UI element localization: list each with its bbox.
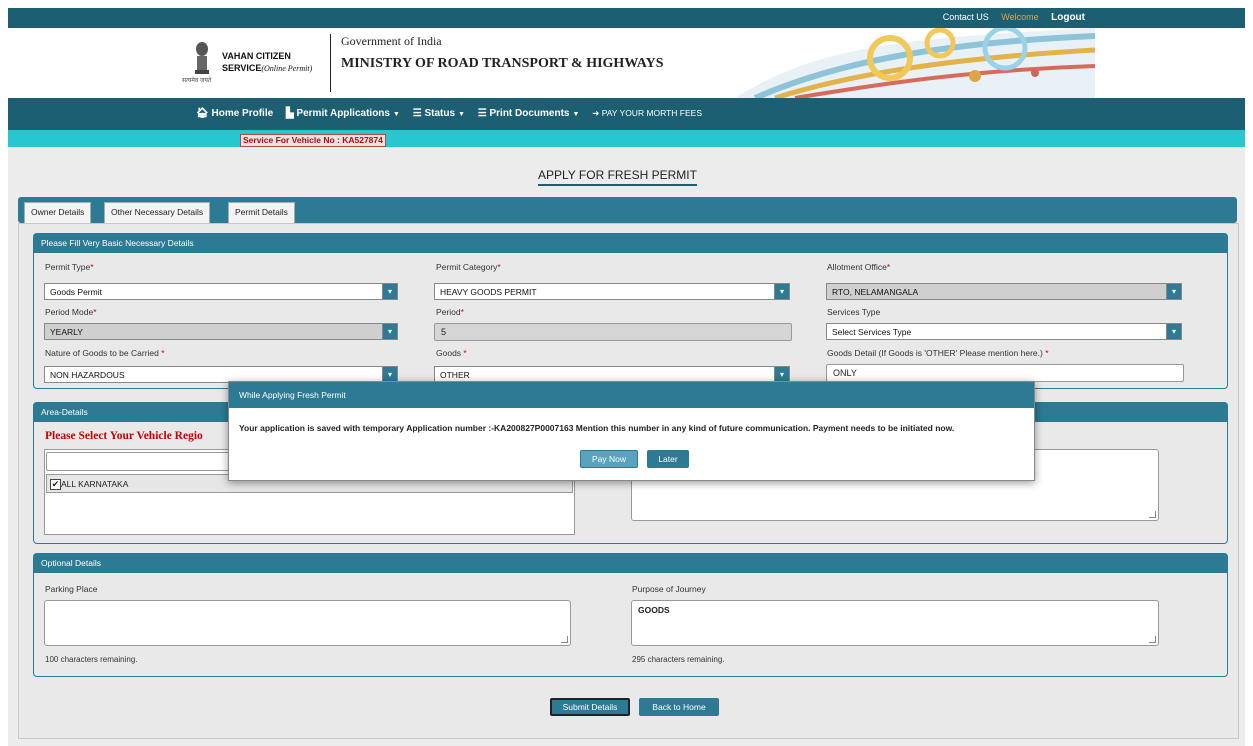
region-select-title: Please Select Your Vehicle Regio xyxy=(45,430,203,442)
brand-line1: VAHAN CITIZEN xyxy=(222,51,291,61)
nav-status[interactable]: ☰ Status ▼ xyxy=(413,108,465,119)
later-button[interactable]: Later xyxy=(647,450,689,468)
welcome-text: Welcome xyxy=(1001,12,1039,22)
allotment-office-label: Allotment Office* xyxy=(827,262,891,272)
permit-type-select[interactable]: Goods Permit ▾ xyxy=(44,283,398,300)
caret-down-icon: ▼ xyxy=(392,111,400,118)
dialog-message: Your application is saved with temporary… xyxy=(239,423,955,433)
brand-logo[interactable]: VAHAN CITIZEN SERVICE(Online Permit) xyxy=(222,50,312,75)
print-icon: ☰ xyxy=(477,108,487,119)
permit-type-label: Permit Type* xyxy=(45,262,94,272)
main-nav: 🏠︎ Home Profile ▙ Permit Applications ▼ ☰… xyxy=(8,98,1245,130)
parking-place-textarea[interactable] xyxy=(44,600,571,646)
purpose-label: Purpose of Journey xyxy=(632,584,706,594)
resize-grip-icon[interactable] xyxy=(561,636,568,643)
period-mode-select[interactable]: YEARLY ▾ xyxy=(44,323,398,340)
basic-details-header: Please Fill Very Basic Necessary Details xyxy=(33,233,1228,253)
region-item-label: ALL KARNATAKA xyxy=(61,479,129,489)
purpose-textarea[interactable]: GOODS xyxy=(631,600,1159,646)
brand-line2: SERVICE xyxy=(222,63,262,73)
services-type-select[interactable]: Select Services Type ▾ xyxy=(826,323,1182,340)
nav-status-label: Status xyxy=(424,108,456,119)
back-to-home-button[interactable]: Back to Home xyxy=(639,698,719,716)
dropdown-arrow-icon: ▾ xyxy=(1166,324,1181,339)
nature-of-goods-label: Nature of Goods to be Carried * xyxy=(45,348,165,358)
permit-category-label: Permit Category* xyxy=(436,262,501,272)
brand-divider xyxy=(330,34,331,92)
period-mode-label: Period Mode* xyxy=(45,307,97,317)
dropdown-arrow-icon: ▾ xyxy=(1166,284,1181,299)
tab-permit-details[interactable]: Permit Details xyxy=(228,202,295,224)
top-bar: Contact US Welcome Logout xyxy=(8,8,1245,28)
brand-subtitle: (Online Permit) xyxy=(261,64,313,73)
nav-pay-label: PAY YOUR MORTH FEES xyxy=(601,108,703,118)
tab-owner-details[interactable]: Owner Details xyxy=(24,202,92,224)
government-title: Government of India xyxy=(341,34,442,48)
top-links: Contact US Welcome Logout xyxy=(933,12,1085,23)
emblem-motto: सत्यमेव जयते xyxy=(182,78,212,84)
dropdown-arrow-icon: ▾ xyxy=(382,367,397,382)
resize-grip-icon[interactable] xyxy=(1149,636,1156,643)
resize-grip-icon[interactable] xyxy=(1149,511,1156,518)
optional-details-header: Optional Details xyxy=(33,553,1228,573)
period-label: Period* xyxy=(436,307,464,317)
goods-detail-label: Goods Detail (If Goods is 'OTHER' Please… xyxy=(827,348,1049,358)
nav-print-documents[interactable]: ☰ Print Documents ▼ xyxy=(478,108,580,119)
nav-permit-applications[interactable]: ▙ Permit Applications ▼ xyxy=(286,108,400,119)
goods-label: Goods * xyxy=(436,348,467,358)
header-banner: सत्यमेव जयते VAHAN CITIZEN SERVICE(Onlin… xyxy=(8,28,1245,98)
purpose-chars-remaining: 295 characters remaining. xyxy=(632,655,725,664)
caret-down-icon: ▼ xyxy=(572,111,580,118)
vehicle-service-badge: Service For Vehicle No : KA527874 xyxy=(240,134,386,147)
tab-other-necessary-details[interactable]: Other Necessary Details xyxy=(104,202,211,224)
permit-category-select[interactable]: HEAVY GOODS PERMIT ▾ xyxy=(434,283,790,300)
info-strip xyxy=(8,130,1245,147)
list-icon: ☰ xyxy=(412,108,422,119)
submit-details-button[interactable]: Submit Details xyxy=(550,698,630,716)
caret-down-icon: ▼ xyxy=(458,111,465,118)
home-icon: 🏠︎ xyxy=(196,108,209,119)
dropdown-arrow-icon: ▾ xyxy=(382,324,397,339)
nav-home-profile[interactable]: 🏠︎ Home Profile xyxy=(196,108,273,119)
services-type-label: Services Type xyxy=(827,307,881,317)
ministry-title: MINISTRY OF ROAD TRANSPORT & HIGHWAYS xyxy=(341,56,664,71)
parking-place-label: Parking Place xyxy=(45,584,98,594)
dropdown-arrow-icon: ▾ xyxy=(774,367,789,382)
dropdown-arrow-icon: ▾ xyxy=(382,284,397,299)
arrow-right-icon: ➜ xyxy=(592,108,600,118)
parking-chars-remaining: 100 characters remaining. xyxy=(45,655,138,664)
checkbox-checked-icon[interactable]: ✔ xyxy=(50,479,61,491)
banner-art xyxy=(735,28,1095,98)
document-icon: ▙ xyxy=(285,108,294,119)
allotment-office-select[interactable]: RTO, NELAMANGALA ▾ xyxy=(826,283,1182,300)
nav-home-label: Home Profile xyxy=(211,108,274,119)
goods-detail-input[interactable]: ONLY xyxy=(826,364,1184,382)
application-saved-dialog: While Applying Fresh Permit Your applica… xyxy=(228,381,1035,481)
dialog-title: While Applying Fresh Permit xyxy=(229,382,1034,408)
dropdown-arrow-icon: ▾ xyxy=(774,284,789,299)
nav-pay-fees[interactable]: ➜ PAY YOUR MORTH FEES xyxy=(592,108,702,119)
contact-us-link[interactable]: Contact US xyxy=(943,12,989,22)
pay-now-button[interactable]: Pay Now xyxy=(580,450,638,468)
nav-print-label: Print Documents xyxy=(489,108,570,119)
period-input[interactable]: 5 xyxy=(434,323,792,341)
nav-permit-label: Permit Applications xyxy=(296,108,390,119)
page-title: APPLY FOR FRESH PERMIT xyxy=(538,168,697,186)
logout-link[interactable]: Logout xyxy=(1051,12,1085,23)
